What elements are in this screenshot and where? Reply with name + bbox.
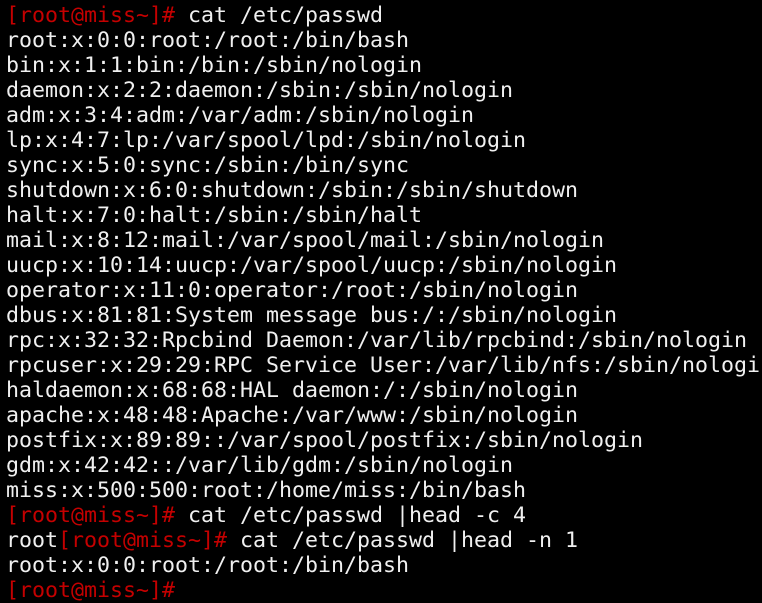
output-text: halt:x:7:0:halt:/sbin:/sbin/halt — [6, 203, 423, 228]
output-line: postfix:x:89:89::/var/spool/postfix:/sbi… — [6, 428, 762, 453]
output-line: daemon:x:2:2:daemon:/sbin:/sbin/nologin — [6, 78, 762, 103]
output-line: bin:x:1:1:bin:/bin:/sbin/nologin — [6, 53, 762, 78]
command-line: [root@miss~]# cat /etc/passwd |head -c 4 — [6, 503, 762, 528]
output-text: root:x:0:0:root:/root:/bin/bash — [6, 28, 410, 53]
output-text: mail:x:8:12:mail:/var/spool/mail:/sbin/n… — [6, 228, 605, 253]
output-line: mail:x:8:12:mail:/var/spool/mail:/sbin/n… — [6, 228, 762, 253]
command-line: [root@miss~]# cat /etc/passwd — [6, 3, 762, 28]
output-line: adm:x:3:4:adm:/var/adm:/sbin/nologin — [6, 103, 762, 128]
command-line: root[root@miss~]# cat /etc/passwd |head … — [6, 528, 762, 553]
output-line: operator:x:11:0:operator:/root:/sbin/nol… — [6, 278, 762, 303]
output-text: operator:x:11:0:operator:/root:/sbin/nol… — [6, 278, 579, 303]
output-text: gdm:x:42:42::/var/lib/gdm:/sbin/nologin — [6, 453, 514, 478]
command-text: cat /etc/passwd |head -c 4 — [175, 503, 527, 528]
output-line: apache:x:48:48:Apache:/var/www:/sbin/nol… — [6, 403, 762, 428]
terminal-output[interactable]: [root@miss~]# cat /etc/passwd root:x:0:0:… — [6, 3, 762, 603]
output-text: shutdown:x:6:0:shutdown:/sbin:/sbin/shut… — [6, 178, 579, 203]
output-text: miss:x:500:500:root:/home/miss:/bin/bash — [6, 478, 527, 503]
output-text: postfix:x:89:89::/var/spool/postfix:/sbi… — [6, 428, 644, 453]
output-line: uucp:x:10:14:uucp:/var/spool/uucp:/sbin/… — [6, 253, 762, 278]
shell-prompt: [root@miss~]# — [6, 503, 176, 528]
output-fragment: root — [6, 528, 59, 553]
output-text: sync:x:5:0:sync:/sbin:/bin/sync — [6, 153, 410, 178]
output-line: root:x:0:0:root:/root:/bin/bash — [6, 28, 762, 53]
output-line: miss:x:500:500:root:/home/miss:/bin/bash — [6, 478, 762, 503]
output-line: sync:x:5:0:sync:/sbin:/bin/sync — [6, 153, 762, 178]
output-text: rpc:x:32:32:Rpcbind Daemon:/var/lib/rpcb… — [6, 328, 748, 353]
command-line: [root@miss~]# — [6, 578, 762, 603]
command-text: cat /etc/passwd — [175, 3, 384, 28]
output-line: dbus:x:81:81:System message bus:/:/sbin/… — [6, 303, 762, 328]
shell-prompt: [root@miss~]# — [58, 528, 228, 553]
output-text: adm:x:3:4:adm:/var/adm:/sbin/nologin — [6, 103, 475, 128]
output-line: rpcuser:x:29:29:RPC Service User:/var/li… — [6, 353, 762, 378]
command-text: cat /etc/passwd |head -n 1 — [227, 528, 579, 553]
output-line: gdm:x:42:42::/var/lib/gdm:/sbin/nologin — [6, 453, 762, 478]
output-line: root:x:0:0:root:/root:/bin/bash — [6, 553, 762, 578]
output-line: rpc:x:32:32:Rpcbind Daemon:/var/lib/rpcb… — [6, 328, 762, 353]
output-text: dbus:x:81:81:System message bus:/:/sbin/… — [6, 303, 618, 328]
output-line: shutdown:x:6:0:shutdown:/sbin:/sbin/shut… — [6, 178, 762, 203]
output-text: haldaemon:x:68:68:HAL daemon:/:/sbin/nol… — [6, 378, 579, 403]
output-line: halt:x:7:0:halt:/sbin:/sbin/halt — [6, 203, 762, 228]
output-text: uucp:x:10:14:uucp:/var/spool/uucp:/sbin/… — [6, 253, 618, 278]
output-line: lp:x:4:7:lp:/var/spool/lpd:/sbin/nologin — [6, 128, 762, 153]
shell-prompt: [root@miss~]# — [6, 3, 176, 28]
output-text: apache:x:48:48:Apache:/var/www:/sbin/nol… — [6, 403, 579, 428]
output-line: haldaemon:x:68:68:HAL daemon:/:/sbin/nol… — [6, 378, 762, 403]
output-text: root:x:0:0:root:/root:/bin/bash — [6, 553, 410, 578]
output-text: bin:x:1:1:bin:/bin:/sbin/nologin — [6, 53, 423, 78]
shell-prompt: [root@miss~]# — [6, 578, 176, 603]
output-text: rpcuser:x:29:29:RPC Service User:/var/li… — [6, 353, 762, 378]
output-text: daemon:x:2:2:daemon:/sbin:/sbin/nologin — [6, 78, 514, 103]
output-text: lp:x:4:7:lp:/var/spool/lpd:/sbin/nologin — [6, 128, 527, 153]
